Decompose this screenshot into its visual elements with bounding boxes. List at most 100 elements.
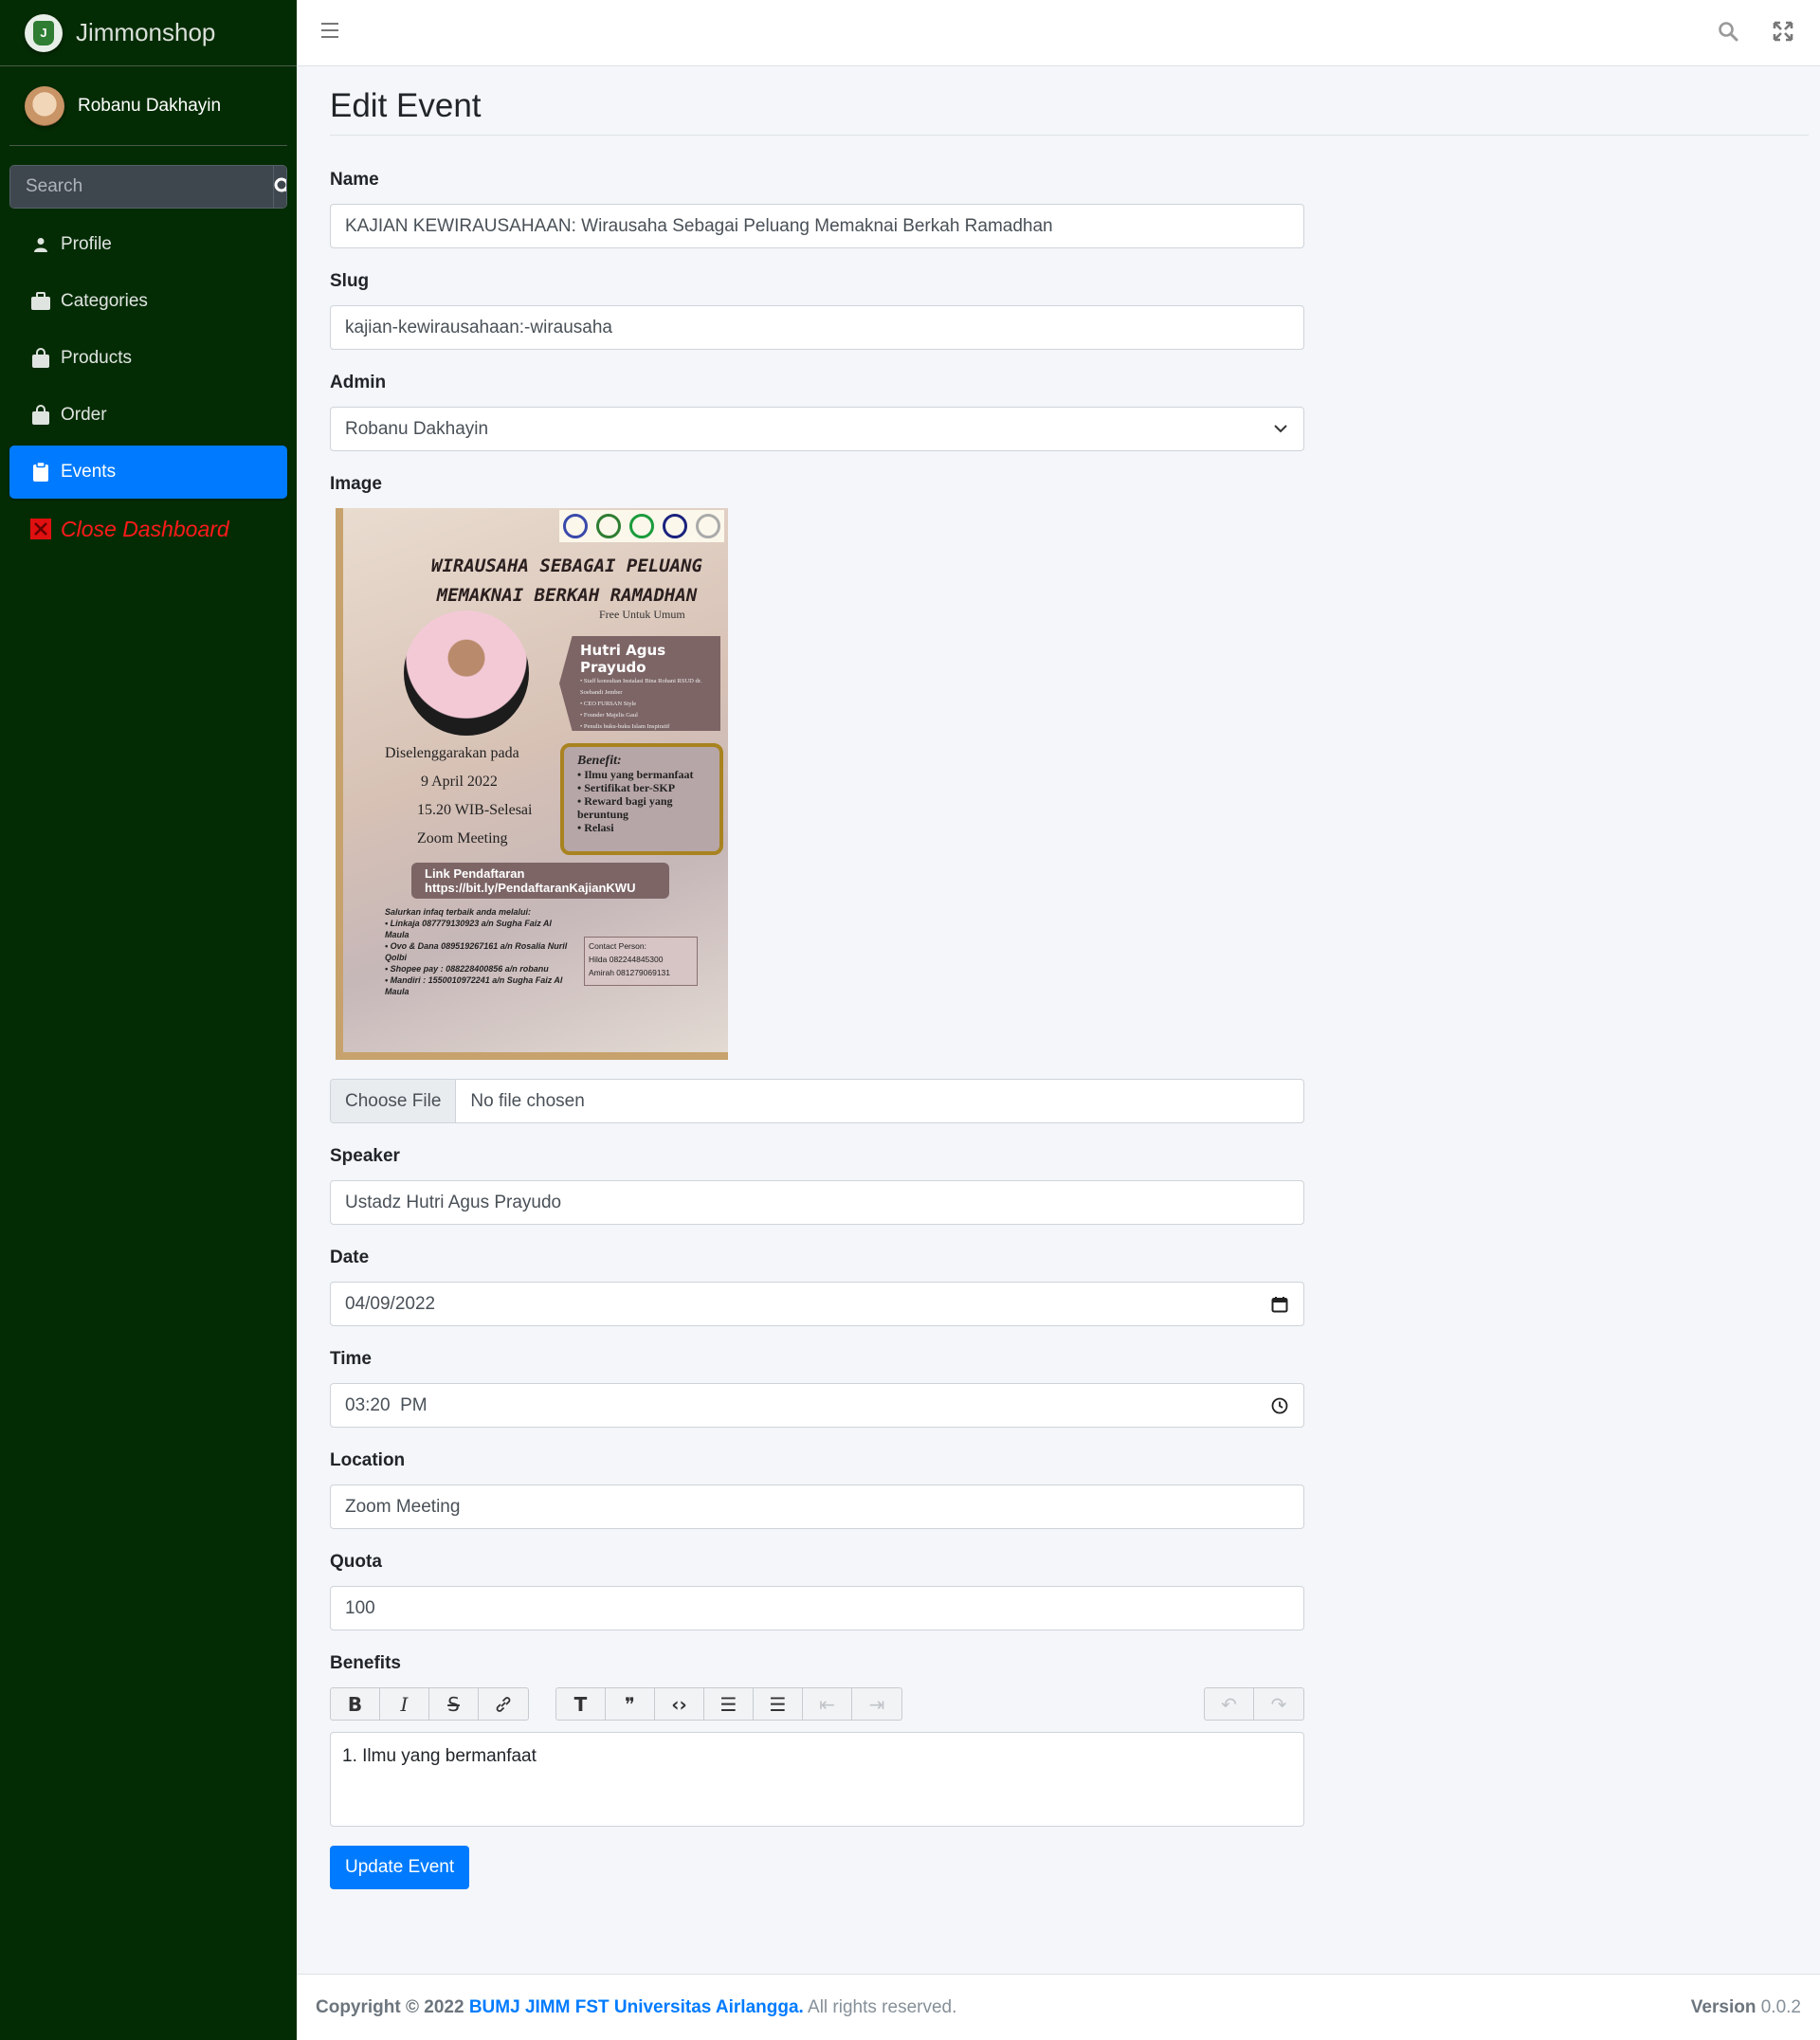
user-icon [30,234,51,255]
block-format-group: T ❞ ‹› ☰ ☰ ⇤ ⇥ [555,1687,902,1721]
sidebar-search [9,165,287,209]
speaker-label: Speaker [330,1146,400,1166]
heading-button[interactable]: T [556,1688,606,1720]
top-navbar [297,0,1820,66]
briefcase-icon [30,291,51,312]
copyright-text: Copyright © 2022 [316,1996,469,2017]
admin-selected-value: Robanu Dakhayin [345,418,489,439]
main-content: Edit Event Name KAJIAN KEWIRAUSAHAAN: Wi… [330,66,1809,1889]
sidebar-search-button[interactable] [273,166,286,208]
bullet-list-button[interactable]: ☰ [704,1688,754,1720]
sidebar-nav: Profile Categories Products Order Events… [9,218,287,556]
sidebar-search-input[interactable] [10,166,273,208]
choose-file-button[interactable]: Choose File [331,1080,457,1122]
edit-event-form: Name KAJIAN KEWIRAUSAHAAN: Wirausaha Seb… [330,170,1304,1889]
avatar [25,85,64,126]
outdent-button[interactable]: ⇤ [803,1688,852,1720]
calendar-icon[interactable] [1271,1296,1288,1319]
benefits-label: Benefits [330,1653,401,1673]
bold-button[interactable]: B [331,1688,380,1720]
poster-benefits: Benefit: • Ilmu yang bermanfaat • Sertif… [560,743,723,855]
event-poster-image: WIRAUSAHA SEBAGAI PELUANG MEMAKNAI BERKA… [336,508,728,1060]
sidebar-item-label: Products [61,348,132,368]
fullscreen-icon[interactable] [1773,21,1793,46]
close-square-icon [30,519,51,539]
user-panel[interactable]: Robanu Dakhayin [9,66,287,146]
sidebar-item-close-dashboard[interactable]: Close Dashboard [9,502,287,556]
indent-button[interactable]: ⇥ [852,1688,901,1720]
quota-input[interactable]: 100 [330,1586,1304,1630]
sidebar-item-order[interactable]: Order [9,389,287,442]
slug-input[interactable]: kajian-kewirausahaan:-wirausaha [330,305,1304,350]
sidebar-item-label: Close Dashboard [61,516,229,541]
update-event-button[interactable]: Update Event [330,1846,470,1889]
location-label: Location [330,1450,406,1470]
rights-text: All rights reserved. [803,1996,957,2017]
sidebar: J Jimmonshop Robanu Dakhayin Profile Cat… [0,0,297,2040]
sidebar-item-label: Order [61,405,107,425]
search-icon [274,177,286,192]
poster-infaq: Salurkan infaq terbaik anda melalui: • L… [385,907,568,996]
redo-button[interactable]: ↷ [1254,1688,1303,1720]
image-file-input[interactable]: Choose File No file chosen [330,1079,1304,1123]
shop-logo-icon: J [25,13,63,52]
time-input[interactable]: 03:20 PM [330,1383,1304,1428]
poster-speaker-box: Hutri Agus Prayudo • Staff konsultan Ins… [559,636,720,731]
time-value: 03:20 PM [345,1394,428,1415]
italic-button[interactable]: I [380,1688,429,1720]
poster-registration-link: Link Pendaftaran https://bit.ly/Pendafta… [411,863,669,899]
sidebar-item-products[interactable]: Products [9,332,287,385]
version-info: Version 0.0.2 [1691,1997,1801,2018]
text-format-group: B I S [330,1687,529,1721]
poster-speaker-photo [404,610,529,736]
numbered-list-button[interactable]: ☰ [754,1688,803,1720]
clipboard-icon [30,462,51,483]
chevron-down-icon [1273,421,1288,442]
undo-button[interactable]: ↶ [1205,1688,1254,1720]
date-value: 04/09/2022 [345,1293,436,1314]
image-label: Image [330,474,382,494]
slug-label: Slug [330,271,370,291]
code-button[interactable]: ‹› [655,1688,704,1720]
time-label: Time [330,1349,373,1369]
speaker-input[interactable]: Ustadz Hutri Agus Prayudo [330,1180,1304,1225]
user-name[interactable]: Robanu Dakhayin [78,96,221,117]
poster-contact: Contact Person: Hilda 082244845300 Amira… [584,937,698,986]
location-input[interactable]: Zoom Meeting [330,1484,1304,1529]
file-status: No file chosen [470,1090,585,1111]
clock-icon[interactable] [1271,1397,1288,1420]
strikethrough-button[interactable]: S [429,1688,479,1720]
menu-toggle-icon[interactable] [321,23,338,42]
org-link[interactable]: BUMJ JIMM FST Universitas Airlangga. [469,1997,804,2018]
poster-subtitle: Free Untuk Umum [599,608,685,621]
quote-button[interactable]: ❞ [606,1688,655,1720]
poster-title: WIRAUSAHA SEBAGAI PELUANG MEMAKNAI BERKA… [431,556,702,606]
navbar-search-icon[interactable] [1718,21,1738,46]
date-input[interactable]: 04/09/2022 [330,1282,1304,1326]
poster-logos [559,510,724,542]
shopping-bag-icon [30,348,51,369]
benefits-editor[interactable]: 1. Ilmu yang bermanfaat [330,1732,1304,1827]
poster-event-info: Diselenggarakan pada 9 April 2022 15.20 … [385,745,533,847]
brand-name: Jimmonshop [76,18,216,46]
link-button[interactable] [479,1688,528,1720]
benefits-editor-toolbar: B I S T ❞ ‹› ☰ ☰ ⇤ ⇥ ↶ ↷ [330,1687,1304,1721]
version-label: Version [1690,1996,1756,2017]
name-input[interactable]: KAJIAN KEWIRAUSAHAAN: Wirausaha Sebagai … [330,204,1304,248]
sidebar-item-label: Profile [61,234,112,254]
sidebar-item-categories[interactable]: Categories [9,275,287,328]
shopping-bag-icon [30,405,51,426]
sidebar-item-events[interactable]: Events [9,446,287,499]
sidebar-item-profile[interactable]: Profile [9,218,287,271]
link-icon [496,1696,511,1712]
brand-link[interactable]: J Jimmonshop [0,0,297,66]
version-number: 0.0.2 [1756,1996,1801,2017]
quota-label: Quota [330,1552,382,1572]
page-title: Edit Event [330,87,1809,136]
history-group: ↶ ↷ [1204,1687,1304,1721]
admin-select[interactable]: Robanu Dakhayin [330,407,1304,451]
footer: Copyright © 2022 BUMJ JIMM FST Universit… [297,1974,1820,2040]
admin-label: Admin [330,373,387,392]
sidebar-item-label: Events [61,462,117,482]
sidebar-item-label: Categories [61,291,148,311]
